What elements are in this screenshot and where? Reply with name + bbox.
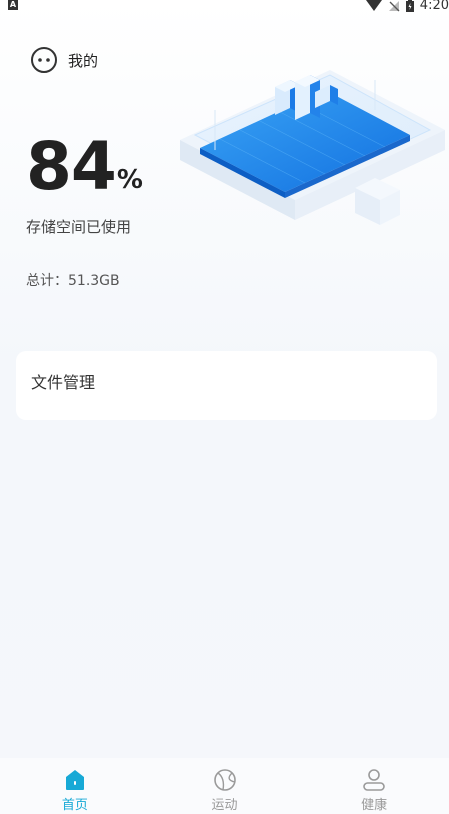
bottom-tab-bar: 首页 运动 健康 xyxy=(0,758,449,814)
tab-home-label: 首页 xyxy=(61,798,88,813)
wifi-icon xyxy=(365,0,382,11)
storage-percent-value: 84 xyxy=(26,128,117,205)
person-icon xyxy=(363,769,385,791)
status-time: 4:20 xyxy=(419,0,449,13)
tab-sport-label: 运动 xyxy=(211,798,238,813)
my-profile-label: 我的 xyxy=(68,51,99,70)
storage-illustration xyxy=(180,70,445,225)
tab-health-label: 健康 xyxy=(361,798,388,813)
notification-badge: A xyxy=(8,0,18,10)
home-icon xyxy=(65,770,84,790)
storage-total: 总计：51.3GB xyxy=(26,273,120,289)
battery-charging-icon xyxy=(405,0,414,12)
my-profile-link[interactable]: 我的 xyxy=(30,46,98,74)
storage-used-caption: 存储空间已使用 xyxy=(26,218,132,236)
ball-icon xyxy=(213,769,236,791)
storage-usage: 84 % xyxy=(26,132,143,202)
storage-percent-unit: % xyxy=(116,165,143,195)
file-management-title: 文件管理 xyxy=(31,373,96,392)
tab-health[interactable]: 健康 xyxy=(299,758,449,814)
face-icon xyxy=(31,47,57,73)
file-management-card[interactable]: 文件管理 xyxy=(16,351,437,420)
tab-sport[interactable]: 运动 xyxy=(150,758,300,814)
status-icons: 4:20 xyxy=(365,0,449,13)
no-signal-icon xyxy=(388,1,400,12)
tab-home[interactable]: 首页 xyxy=(0,758,150,814)
status-bar: A 4:20 xyxy=(0,0,449,14)
